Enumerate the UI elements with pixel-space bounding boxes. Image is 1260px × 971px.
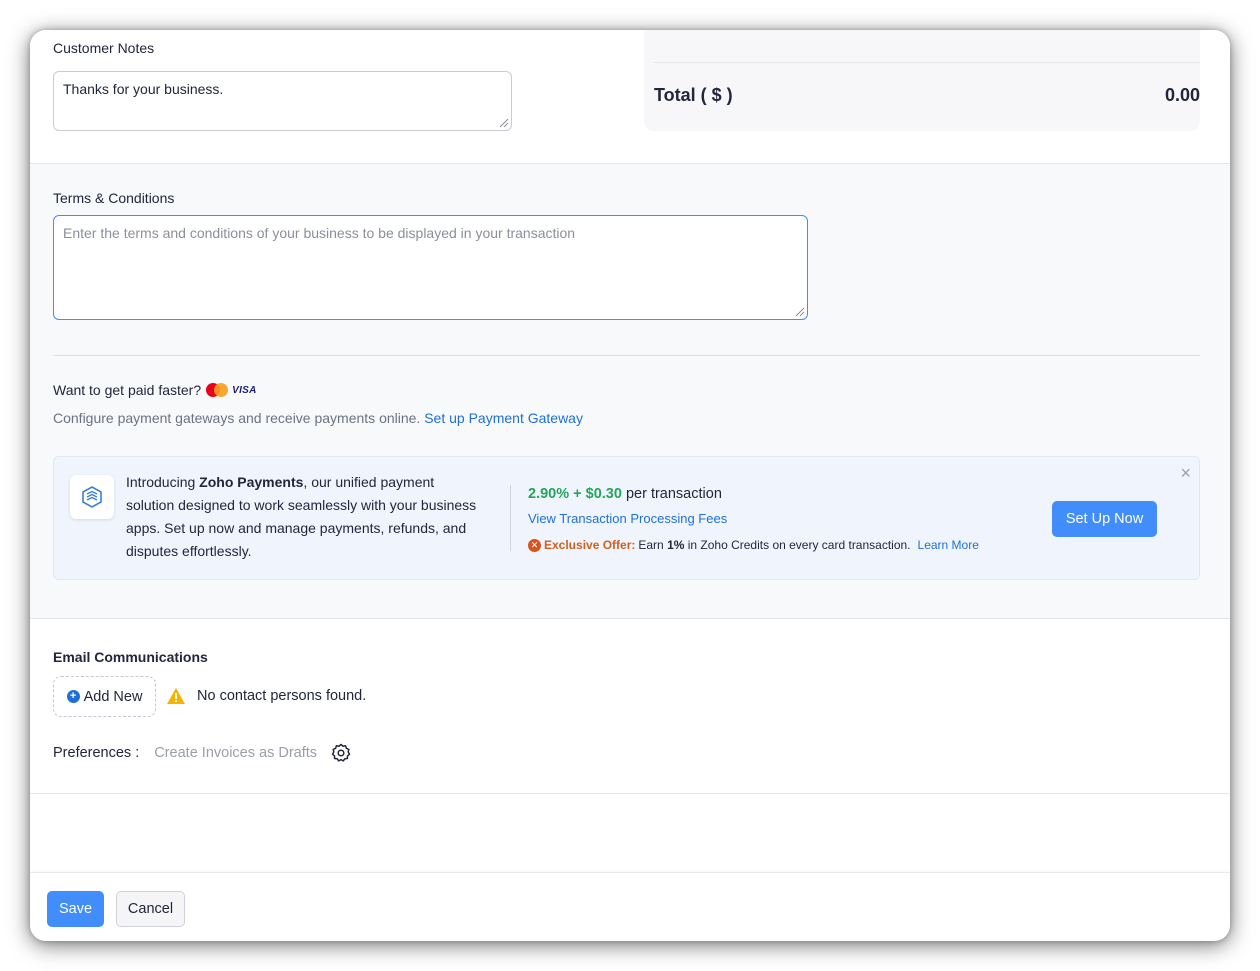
customer-notes-label: Customer Notes [53,40,155,56]
plus-circle-icon: + [66,690,80,703]
terms-label: Terms & Conditions [53,190,175,206]
total-value: 0.00 [1164,85,1200,105]
section-divider [53,355,1200,356]
view-fees-link[interactable]: View Transaction Processing Fees [528,511,727,526]
configure-gateways-text: Configure payment gateways and receive p… [53,410,425,426]
promo-brand: Zoho Payments [199,474,304,490]
set-up-now-button[interactable]: Set Up Now [1052,501,1157,537]
promo-intro: Introducing [126,474,200,490]
rate-value: 2.90% + $0.30 [528,486,622,502]
offer-tag: Exclusive Offer: [544,538,636,552]
form-footer: Save Cancel [30,872,1230,941]
total-divider [654,62,1200,63]
terms-textarea[interactable]: Enter the terms and conditions of your b… [53,215,808,320]
preferences-line: Preferences : Create Invoices as Drafts [53,743,351,763]
offer-badge-icon: ✕ [528,538,541,552]
notes-total-section: Customer Notes Thanks for your business.… [30,30,1230,164]
promo-divider [510,485,511,551]
rate-suffix: per transaction [621,486,722,502]
no-contacts-warning: No contact persons found. [166,687,366,705]
get-paid-faster: Want to get paid faster? VISA [53,382,257,398]
rate-line: 2.90% + $0.30 per transaction [528,486,722,502]
gear-icon[interactable] [331,743,351,763]
get-paid-faster-text: Want to get paid faster? [53,382,202,398]
offer-pre: Earn [638,538,668,552]
warning-icon [167,688,185,704]
add-new-label: Add New [83,688,143,705]
customer-notes-value: Thanks for your business. [63,81,224,97]
setup-payment-gateway-link[interactable]: Set up Payment Gateway [424,410,583,426]
preferences-value: Create Invoices as Drafts [154,745,318,761]
cancel-button[interactable]: Cancel [116,891,185,927]
configure-gateways-line: Configure payment gateways and receive p… [53,410,583,426]
close-icon[interactable]: × [1180,463,1191,484]
learn-more-link[interactable]: Learn More [918,538,979,552]
no-contacts-text: No contact persons found. [197,688,367,704]
card-logos: VISA [206,383,257,397]
zoho-payments-logo-icon [70,475,114,519]
resize-grip-icon[interactable] [795,307,805,317]
terms-payment-section: Terms & Conditions Enter the terms and c… [30,164,1230,619]
promo-description: Introducing Zoho Payments, our unified p… [126,471,486,563]
exclusive-offer-line: ✕ Exclusive Offer: Earn 1% in Zoho Credi… [528,538,979,552]
resize-grip-icon[interactable] [499,118,509,128]
offer-percent: 1% [667,538,685,552]
customer-notes-textarea[interactable]: Thanks for your business. [53,71,512,131]
save-button[interactable]: Save [47,891,104,927]
offer-text: Earn 1% in Zoho Credits on every card tr… [638,538,910,552]
terms-placeholder: Enter the terms and conditions of your b… [63,225,576,241]
preferences-label: Preferences : [53,745,140,761]
mastercard-icon [206,383,229,397]
offer-post: in Zoho Credits on every card transactio… [684,538,911,552]
zoho-payments-banner: Introducing Zoho Payments, our unified p… [53,456,1200,580]
zoho-payments-logo-glyph [82,486,102,508]
email-communications-label: Email Communications [53,649,208,665]
add-new-contact-button[interactable]: + Add New [53,676,156,717]
invoice-form-window: Customer Notes Thanks for your business.… [30,30,1230,941]
email-communications-section: Email Communications + Add New No contac… [30,619,1230,794]
visa-icon: VISA [232,384,257,396]
total-label: Total ( $ ) [654,85,733,105]
total-panel: Total ( $ ) 0.00 [644,30,1200,131]
